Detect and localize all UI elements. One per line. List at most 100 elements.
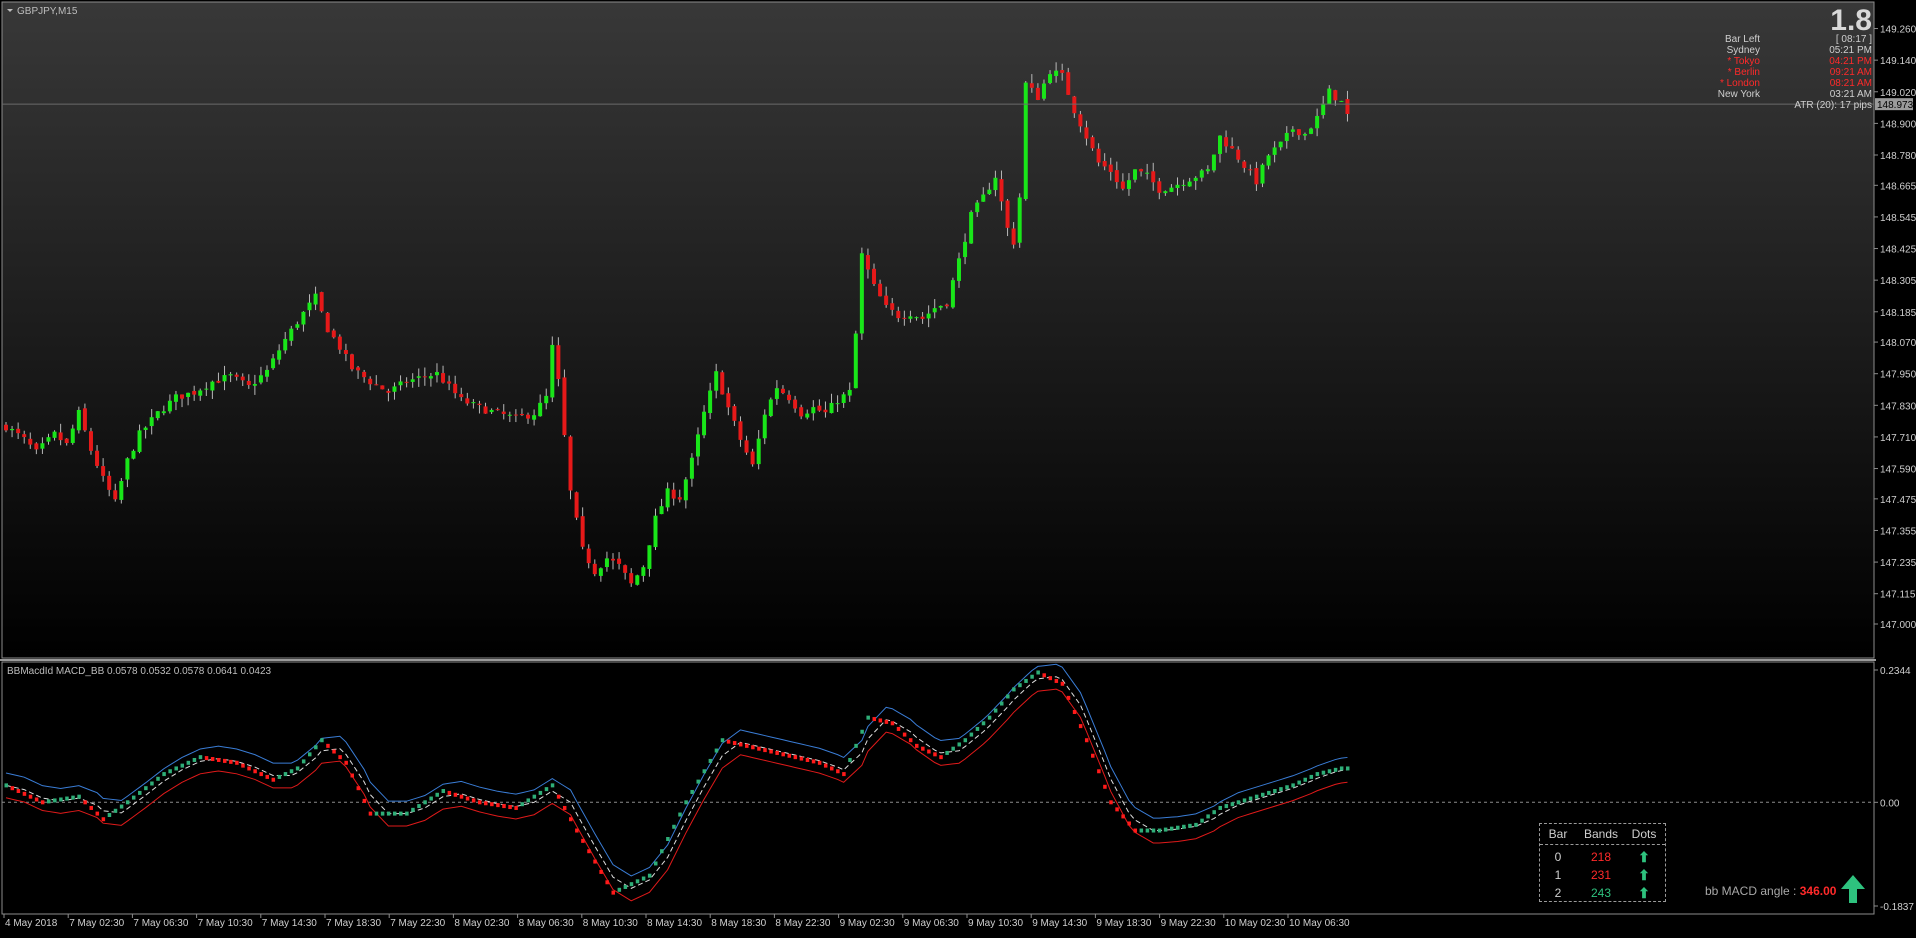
time-tick-label: 4 May 2018 xyxy=(5,918,58,929)
row-bands: 218 xyxy=(1590,850,1612,864)
macd-dot-up xyxy=(848,757,852,762)
row-bar: 2 xyxy=(1554,886,1562,900)
macd-dot-up xyxy=(987,715,992,720)
candle xyxy=(76,406,81,434)
candle-body xyxy=(659,506,664,515)
candle xyxy=(119,477,124,504)
candle-body xyxy=(392,386,397,392)
candle-body xyxy=(574,492,579,518)
candle-body xyxy=(1126,180,1131,189)
macd-dot-up xyxy=(119,804,124,809)
macd-dot-up xyxy=(1248,796,1253,801)
candle-body xyxy=(149,417,154,427)
macd-dot-up xyxy=(1333,767,1338,772)
price-tick-label: 147.950 xyxy=(1880,370,1916,381)
macd-dot-up xyxy=(1260,792,1265,797)
macd-dot-up xyxy=(550,783,555,788)
chart-window[interactable]: 149.260 149.140 149.020 148.900 148.780 148.6… xyxy=(0,0,1916,933)
macd-angle-label: bb MACD angle : xyxy=(1705,884,1797,898)
candle-body xyxy=(799,407,804,417)
candle-body xyxy=(920,316,925,319)
macd-dot-up xyxy=(696,779,700,784)
session-time: 03:21 AM xyxy=(1829,89,1872,100)
time-tick-label: 7 May 06:30 xyxy=(133,918,188,929)
macd-dot-down xyxy=(884,719,889,724)
macd-dot-up xyxy=(1212,810,1216,815)
candle-body xyxy=(416,376,421,378)
candle xyxy=(574,491,579,521)
macd-tick-label: 0.00 xyxy=(1880,798,1900,809)
macd-dot-down xyxy=(836,769,840,774)
macd-dot-down xyxy=(878,718,883,723)
candle-body xyxy=(1278,141,1283,148)
macd-dot-up xyxy=(617,887,622,892)
candle-body xyxy=(356,367,361,371)
macd-dot-down xyxy=(368,811,373,816)
candle-body xyxy=(1193,177,1198,181)
candle-body xyxy=(556,345,561,380)
candle-body xyxy=(252,383,257,386)
candle-body xyxy=(398,381,403,386)
price-tick-label: 148.425 xyxy=(1880,245,1916,256)
candle-body xyxy=(459,394,464,398)
macd-dot-down xyxy=(362,798,367,803)
macd-dot-up xyxy=(1169,826,1174,831)
candle-body xyxy=(1096,148,1101,163)
time-tick-label: 9 May 18:30 xyxy=(1096,918,1151,929)
macd-dot-up xyxy=(59,797,63,802)
macd-dot-up xyxy=(168,769,172,774)
time-tick-label: 8 May 02:30 xyxy=(454,918,509,929)
macd-dot-up xyxy=(1151,828,1156,833)
candle-body xyxy=(859,253,864,334)
candle-body xyxy=(1151,171,1156,183)
candle xyxy=(380,385,385,390)
candle-body xyxy=(301,311,306,325)
session-row: * London 08:21 AM xyxy=(1640,78,1872,89)
candle-body xyxy=(956,258,961,281)
macd-dot-down xyxy=(1072,709,1077,714)
macd-dot-up xyxy=(441,789,446,794)
candle-body xyxy=(774,388,779,399)
candle-body xyxy=(1187,181,1192,187)
macd-dot-down xyxy=(259,772,263,777)
macd-dot-up xyxy=(71,795,75,800)
macd-dot-down xyxy=(939,755,943,760)
chart-svg[interactable]: 149.260 149.140 149.020 148.900 148.780 148.6… xyxy=(0,0,1916,933)
candle-body xyxy=(1041,83,1046,99)
candle-body xyxy=(914,317,919,319)
macd-dot-up xyxy=(1236,800,1241,805)
macd-dot-up xyxy=(46,799,51,804)
atr-value: ATR (20): 17 pips xyxy=(1794,100,1872,111)
candle-body xyxy=(228,374,233,376)
candle-body xyxy=(137,430,142,452)
macd-dot-up xyxy=(660,849,664,854)
macd-dot-down xyxy=(453,792,458,797)
time-tick-label: 9 May 14:30 xyxy=(1032,918,1087,929)
candle-body xyxy=(926,313,931,319)
macd-dot-down xyxy=(216,757,221,762)
candle-body xyxy=(975,202,980,213)
session-name: * Tokyo xyxy=(1727,56,1760,67)
atr-row: ATR (20): 17 pips xyxy=(1640,100,1872,111)
candle-body xyxy=(1296,129,1301,136)
time-tick-label: 8 May 18:30 xyxy=(711,918,766,929)
candle-body xyxy=(714,371,719,391)
macd-dot-up xyxy=(374,811,379,816)
macd-dot-up xyxy=(1291,783,1295,788)
candle-body xyxy=(192,390,197,395)
candle-body xyxy=(938,305,943,308)
macd-dot-down xyxy=(1048,676,1053,681)
macd-dot-up xyxy=(957,742,961,747)
candle-body xyxy=(562,377,567,436)
macd-dot-up xyxy=(1163,827,1168,832)
macd-dot-down xyxy=(793,755,798,760)
session-time: 04:21 PM xyxy=(1829,56,1872,67)
candle-body xyxy=(1011,228,1016,245)
candle-body xyxy=(677,497,682,500)
macd-dot-down xyxy=(599,869,603,874)
session-row: Sydney 05:21 PM xyxy=(1640,45,1872,56)
macd-dot-up xyxy=(411,807,415,812)
price-tick-label: 148.665 xyxy=(1880,181,1916,192)
macd-dot-up xyxy=(392,811,397,816)
macd-dot-down xyxy=(769,749,773,754)
